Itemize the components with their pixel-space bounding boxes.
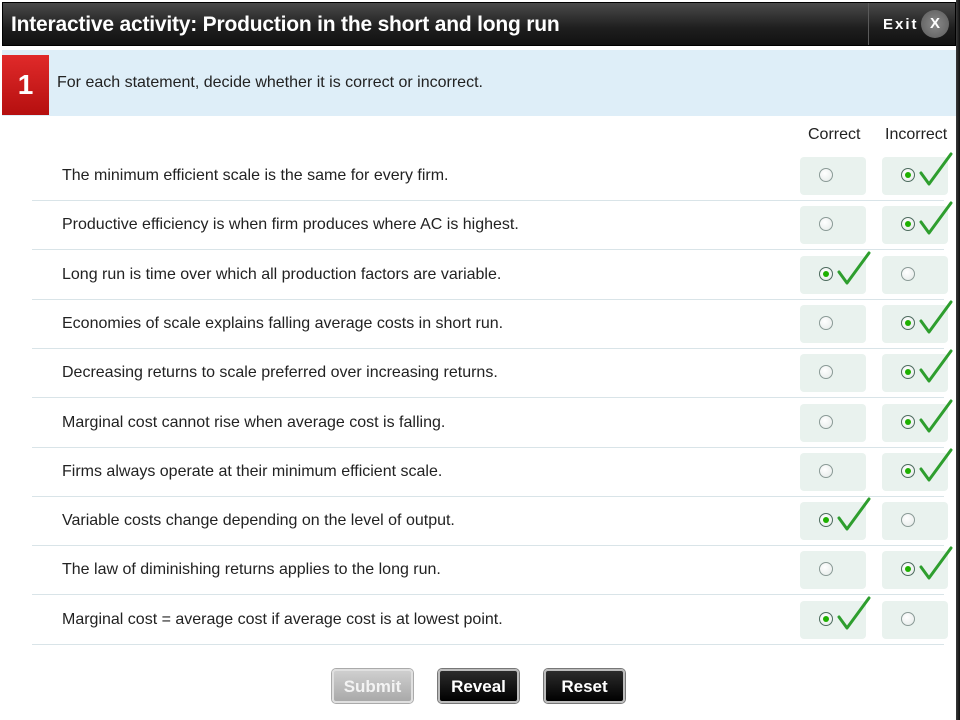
checkmark-icon <box>837 251 871 285</box>
option-cell-correct <box>800 354 866 393</box>
activity-window: Interactive activity: Production in the … <box>0 0 960 720</box>
column-header-incorrect: Incorrect <box>885 126 948 143</box>
checkmark-icon <box>919 300 953 334</box>
exit-button[interactable]: Exit X <box>868 3 955 45</box>
statement-text: Decreasing returns to scale preferred ov… <box>62 364 498 382</box>
reset-button[interactable]: Reset <box>544 669 625 703</box>
statement-row: Productive efficiency is when firm produ… <box>32 200 953 251</box>
statement-text: The law of diminishing returns applies t… <box>62 561 441 579</box>
statement-text: Firms always operate at their minimum ef… <box>62 462 443 480</box>
radio-incorrect[interactable] <box>901 513 915 528</box>
question-text: For each statement, decide whether it is… <box>57 74 483 91</box>
checkmark-icon <box>837 497 871 531</box>
radio-correct[interactable] <box>819 513 833 528</box>
statement-text: Variable costs change depending on the l… <box>62 512 455 530</box>
radio-incorrect[interactable] <box>901 266 915 281</box>
radio-correct[interactable] <box>819 463 833 478</box>
statement-text: Productive efficiency is when firm produ… <box>62 216 519 234</box>
statement-row: The minimum efficient scale is the same … <box>32 151 953 201</box>
radio-correct[interactable] <box>819 611 833 626</box>
option-cell-incorrect <box>882 152 953 195</box>
statement-text: Long run is time over which all producti… <box>62 265 502 283</box>
checkmark-icon <box>837 596 871 630</box>
reveal-button[interactable]: Reveal <box>438 669 519 703</box>
option-cell-incorrect <box>882 600 948 639</box>
statement-row: Decreasing returns to scale preferred ov… <box>32 348 953 399</box>
exit-label: Exit <box>883 16 919 33</box>
radio-correct[interactable] <box>819 414 833 429</box>
option-cell-correct <box>800 497 871 541</box>
close-icon[interactable]: X <box>921 10 949 38</box>
statement-text: Economies of scale explains falling aver… <box>62 314 504 332</box>
statement-row: Marginal cost cannot rise when average c… <box>32 398 953 448</box>
statement-row: Economies of scale explains falling aver… <box>32 299 953 349</box>
option-cell-incorrect <box>882 448 953 491</box>
checkmark-icon <box>919 546 953 580</box>
statement-text: The minimum efficient scale is the same … <box>62 167 449 184</box>
option-cell-correct <box>800 452 866 491</box>
radio-correct[interactable] <box>819 168 833 182</box>
window-edge <box>956 0 960 720</box>
option-cell-correct <box>800 596 871 639</box>
option-cell-correct <box>800 403 866 442</box>
column-header-correct: Correct <box>808 126 861 143</box>
submit-button[interactable]: Submit <box>332 669 413 703</box>
checkmark-icon <box>919 448 953 482</box>
title-bar: Interactive activity: Production in the … <box>2 2 956 46</box>
radio-incorrect[interactable] <box>901 414 915 429</box>
option-cell-incorrect <box>882 546 953 590</box>
question-number: 1 <box>2 55 49 115</box>
activity-title: Interactive activity: Production in the … <box>11 13 560 36</box>
radio-incorrect[interactable] <box>901 315 915 330</box>
option-cell-correct <box>800 206 866 245</box>
radio-incorrect[interactable] <box>901 611 915 626</box>
radio-correct[interactable] <box>819 562 833 577</box>
checkmark-icon <box>919 349 953 383</box>
radio-correct[interactable] <box>819 266 833 281</box>
statement-row: The law of diminishing returns applies t… <box>32 545 953 596</box>
radio-incorrect[interactable] <box>901 217 915 232</box>
checkmark-icon <box>919 201 953 235</box>
statement-text: Marginal cost = average cost if average … <box>62 610 503 628</box>
option-cell-correct <box>800 551 866 590</box>
option-cell-incorrect <box>882 201 953 245</box>
option-cell-incorrect <box>882 399 953 442</box>
option-cell-incorrect <box>882 255 948 294</box>
radio-correct[interactable] <box>819 315 833 330</box>
statement-row: Long run is time over which all producti… <box>32 250 948 300</box>
option-cell-incorrect <box>882 502 948 541</box>
statement-text: Marginal cost cannot rise when average c… <box>62 413 446 431</box>
radio-incorrect[interactable] <box>901 463 915 478</box>
radio-incorrect[interactable] <box>901 365 915 380</box>
radio-correct[interactable] <box>819 217 833 232</box>
option-cell-correct <box>800 304 866 343</box>
option-cell-incorrect <box>882 300 953 343</box>
statement-row: Firms always operate at their minimum ef… <box>32 447 953 497</box>
checkmark-icon <box>919 399 953 432</box>
radio-incorrect[interactable] <box>901 168 915 182</box>
radio-correct[interactable] <box>819 365 833 380</box>
option-cell-correct <box>800 157 866 195</box>
option-cell-incorrect <box>882 349 953 393</box>
option-cell-correct <box>800 251 871 294</box>
statement-row: Variable costs change depending on the l… <box>32 496 948 547</box>
checkmark-icon <box>919 152 953 186</box>
statement-row: Marginal cost = average cost if average … <box>32 595 948 645</box>
radio-incorrect[interactable] <box>901 562 915 577</box>
